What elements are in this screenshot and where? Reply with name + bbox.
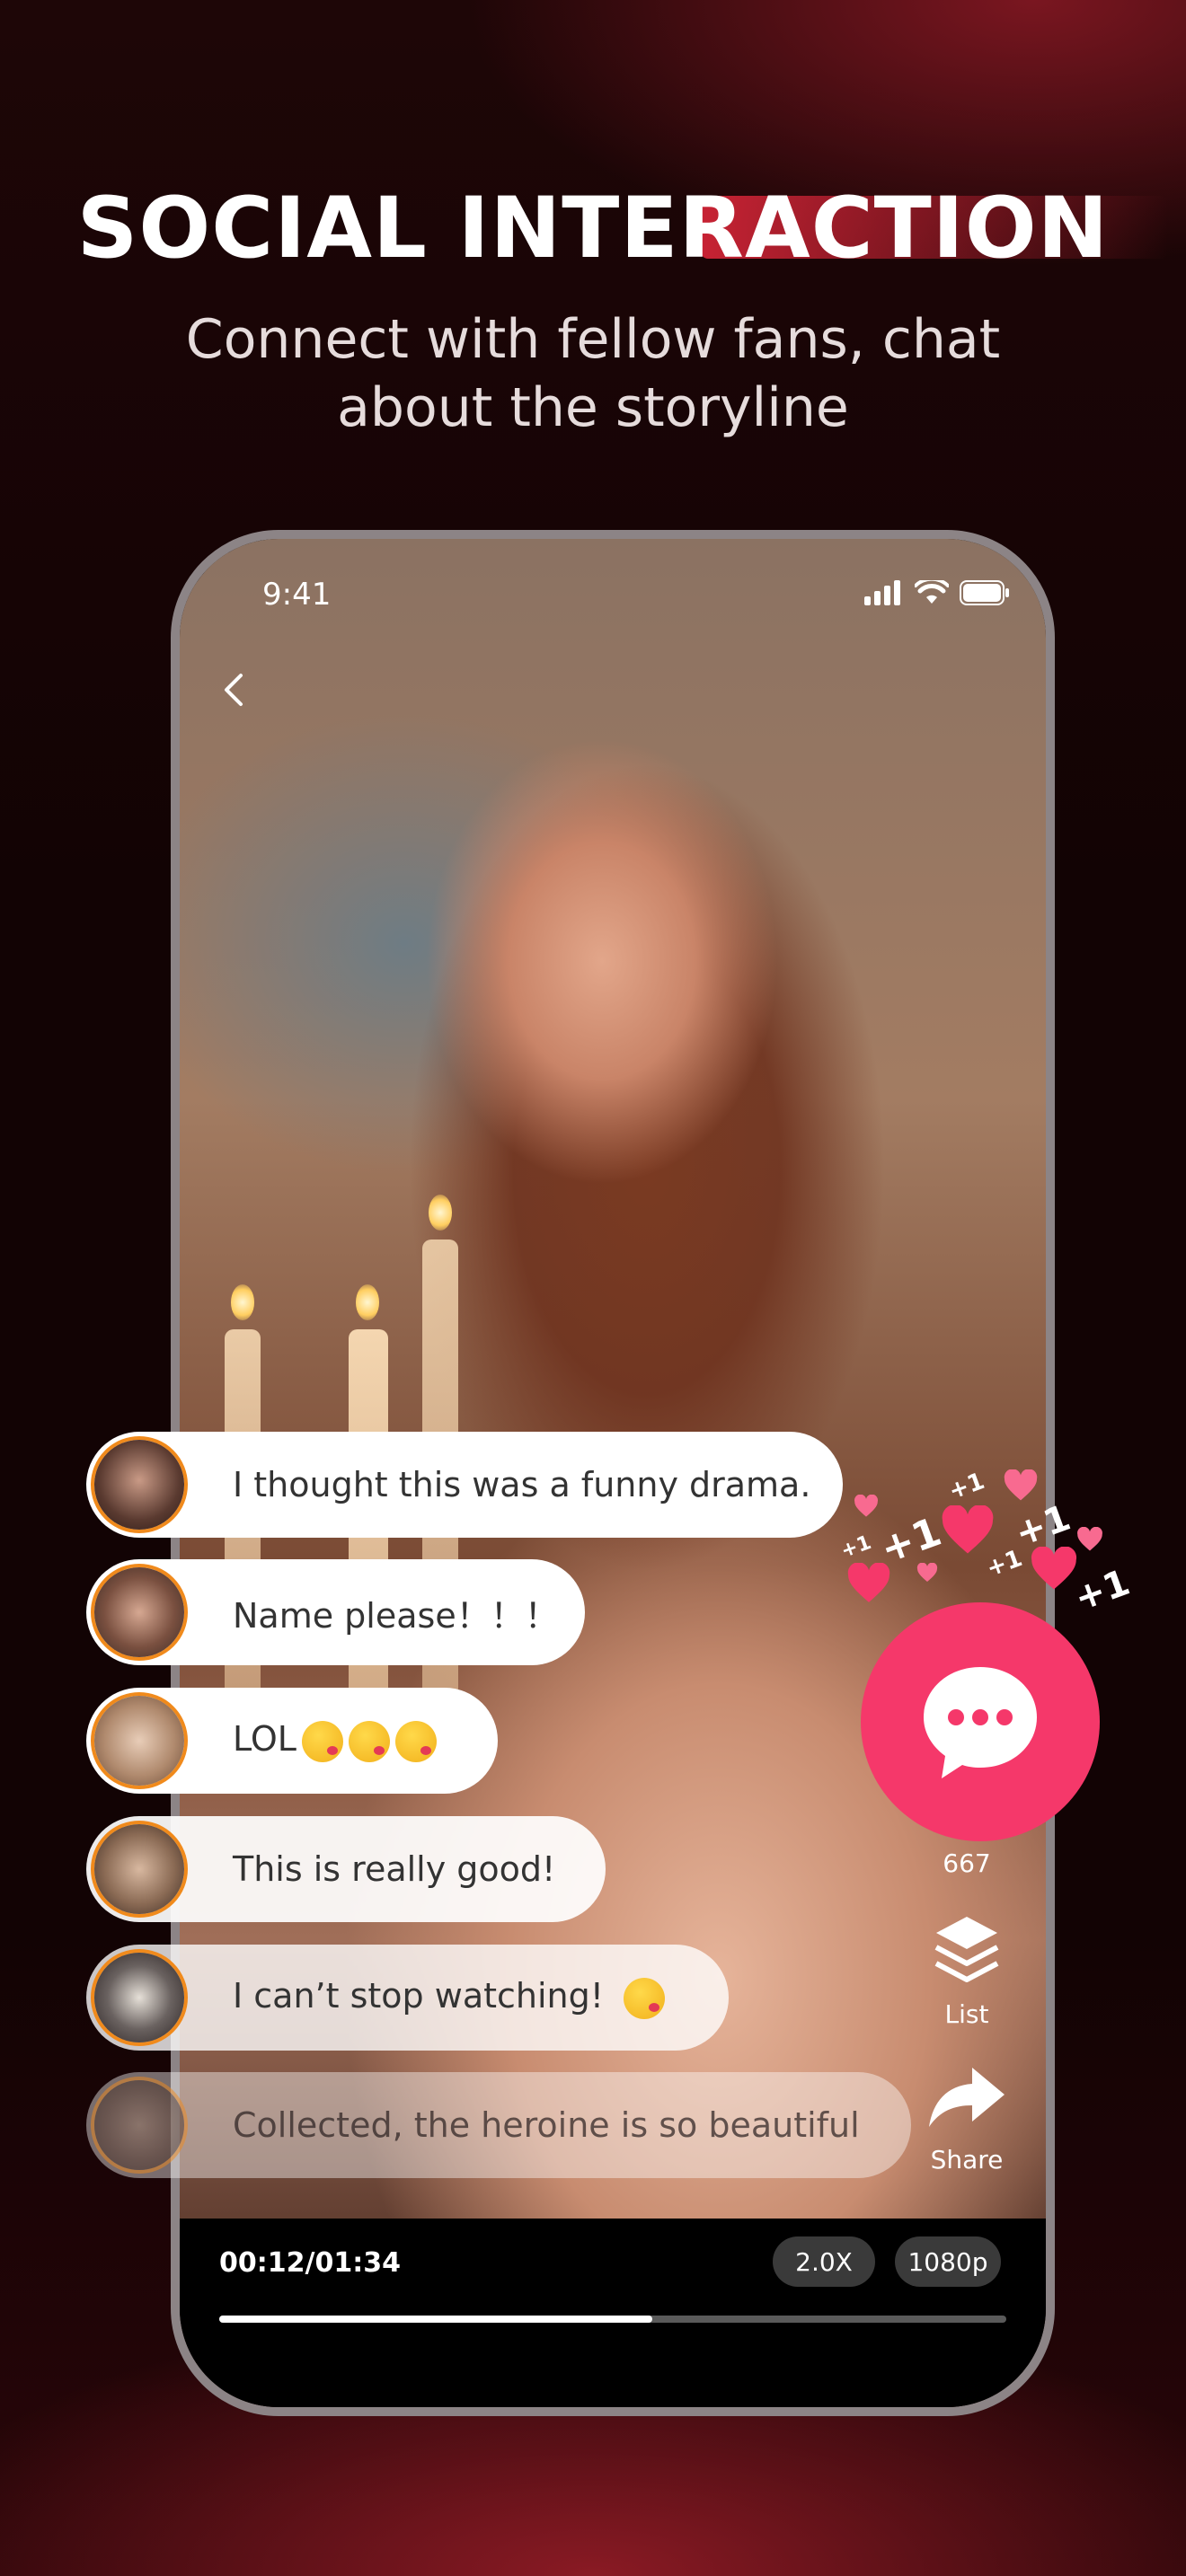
candle-flame: [356, 1284, 379, 1320]
avatar: [91, 1692, 188, 1789]
comment-text: Collected, the heroine is so beautiful: [233, 2105, 860, 2145]
comment-text: LOL: [233, 1719, 437, 1762]
kiss-emoji-icon: [394, 1720, 437, 1762]
comment-bubble[interactable]: Name please！！！: [86, 1559, 585, 1665]
subtitle-line-2: about the storyline: [337, 376, 849, 439]
avatar: [91, 2077, 188, 2174]
comment-bubble[interactable]: This is really good!: [86, 1816, 606, 1922]
speed-button[interactable]: 2.0X: [773, 2236, 875, 2287]
signal-icon: [864, 580, 900, 605]
share-arrow-icon: [929, 2068, 1005, 2127]
heart-icon: [854, 1495, 878, 1517]
battery-icon: [960, 580, 1009, 605]
kiss-emoji-icon: [301, 1720, 343, 1762]
page-subtitle: Connect with fellow fans, chat about the…: [108, 305, 1078, 442]
share-label: Share: [930, 2145, 1004, 2175]
comment-count: 667: [943, 1848, 991, 1878]
candle-flame: [231, 1284, 254, 1320]
back-chevron-icon[interactable]: [210, 665, 261, 715]
list-button[interactable]: List: [913, 1910, 1021, 2035]
layers-icon: [934, 1917, 999, 1982]
avatar: [91, 1821, 188, 1918]
playback-time: 00:12/01:34: [219, 2247, 401, 2279]
heart-icon: [1004, 1469, 1038, 1501]
player-controls: 00:12/01:34 2.0X 1080p: [180, 2219, 1046, 2407]
avatar: [91, 1949, 188, 2046]
comment-text: This is really good!: [233, 1849, 556, 1889]
comment-text: I can’t stop watching!: [233, 1976, 665, 2019]
candle-flame: [429, 1195, 452, 1231]
heart-icon: [1077, 1527, 1102, 1551]
avatar: [91, 1436, 188, 1533]
avatar: [91, 1564, 188, 1661]
comment-bubble[interactable]: LOL: [86, 1688, 498, 1794]
comment-bubble[interactable]: I can’t stop watching!: [86, 1945, 729, 2051]
share-button[interactable]: Share: [913, 2064, 1021, 2181]
comment-text: Name please！！！: [233, 1595, 559, 1636]
chat-bubble-icon: [924, 1667, 1037, 1778]
kiss-emoji-icon: [348, 1720, 390, 1762]
progress-fill: [219, 2316, 652, 2323]
heart-icon: [942, 1505, 994, 1554]
comment-button[interactable]: [861, 1602, 1100, 1841]
subtitle-line-1: Connect with fellow fans, chat: [185, 308, 1001, 371]
comment-bubble[interactable]: I thought this was a funny drama.: [86, 1432, 843, 1538]
wifi-icon: [915, 580, 949, 604]
page-title: SOCIAL INTERACTION: [76, 180, 1110, 278]
hug-emoji-icon: [624, 1977, 665, 2019]
progress-bar[interactable]: [219, 2316, 1006, 2323]
quality-button[interactable]: 1080p: [895, 2236, 1001, 2287]
comment-text: I thought this was a funny drama.: [233, 1465, 811, 1504]
comment-bubble[interactable]: Collected, the heroine is so beautiful: [86, 2072, 911, 2178]
list-label: List: [944, 1999, 989, 2029]
status-icons: [864, 580, 1010, 605]
status-time: 9:41: [262, 577, 332, 613]
heart-icon: [916, 1563, 938, 1582]
heart-icon: [847, 1563, 890, 1602]
